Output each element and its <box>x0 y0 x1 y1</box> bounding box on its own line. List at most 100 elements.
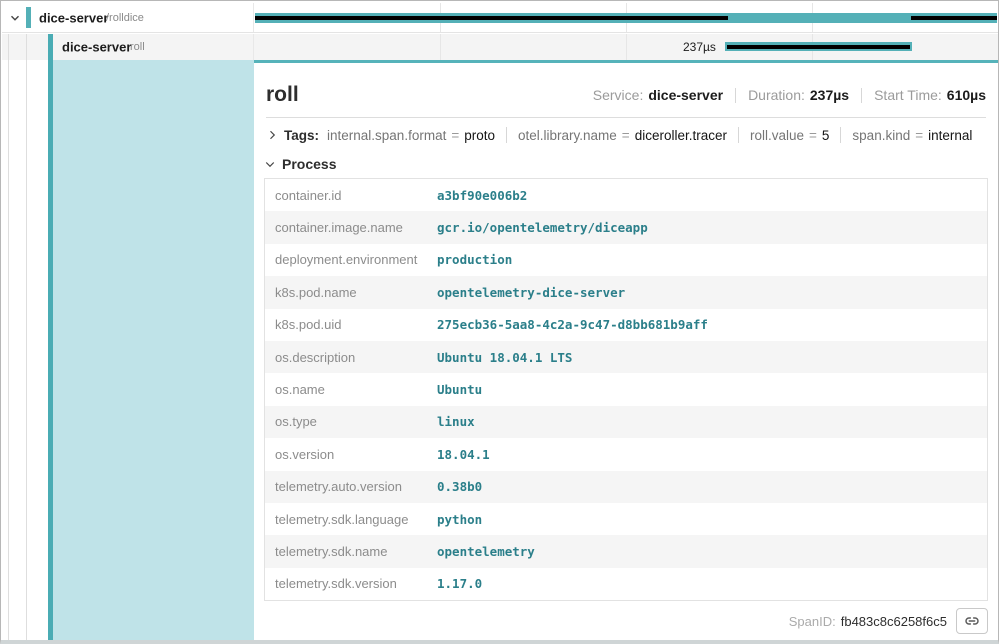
span-duration-label: 237µs <box>254 34 725 60</box>
table-row: os.typelinux <box>265 406 987 438</box>
table-row: deployment.environmentproduction <box>265 244 987 276</box>
kv-value: python <box>437 512 987 527</box>
process-section-label: Process <box>282 156 336 172</box>
overview-divider <box>861 88 862 103</box>
table-row: k8s.pod.nameopentelemetry-dice-server <box>265 276 987 308</box>
kv-value: 1.17.0 <box>437 576 987 591</box>
span-bar-parent[interactable] <box>255 13 997 23</box>
table-row: telemetry.auto.version0.38b0 <box>265 471 987 503</box>
overview-value: 237µs <box>810 87 849 103</box>
tag-value: diceroller.tracer <box>635 128 727 143</box>
link-icon <box>964 613 980 629</box>
tags-accordion[interactable]: Tags: internal.span.format = proto otel.lib… <box>264 118 988 152</box>
kv-value: a3bf90e006b2 <box>437 188 987 203</box>
kv-value: Ubuntu 18.04.1 LTS <box>437 350 987 365</box>
overview-label: Service: <box>593 87 644 103</box>
tag-divider <box>738 127 739 143</box>
kv-key: container.id <box>265 188 437 203</box>
tag-item: roll.value = 5 <box>750 128 829 143</box>
chevron-down-icon[interactable] <box>8 10 24 26</box>
span-detail-panel: roll Service:dice-serverDuration:237µsSt… <box>254 60 998 640</box>
process-kv-table: container.ida3bf90e006b2container.image.… <box>264 178 988 601</box>
kv-value: 0.38b0 <box>437 479 987 494</box>
table-row: telemetry.sdk.languagepython <box>265 503 987 535</box>
tag-value: 5 <box>822 128 830 143</box>
kv-key: telemetry.sdk.version <box>265 576 437 591</box>
tag-equals: = <box>809 128 817 143</box>
kv-key: telemetry.auto.version <box>265 479 437 494</box>
tag-key: internal.span.format <box>327 128 446 143</box>
indent-guide <box>26 34 27 640</box>
table-row: container.image.namegcr.io/opentelemetry… <box>265 211 987 243</box>
operation-name: roll <box>130 41 145 53</box>
tag-divider <box>506 127 507 143</box>
span-detail-footer: SpanID: fb483c8c6258f6c5 <box>264 601 988 634</box>
copy-link-button[interactable] <box>956 608 988 634</box>
tags-section-label: Tags: <box>284 128 319 143</box>
span-detail-header: roll Service:dice-serverDuration:237µsSt… <box>264 63 988 117</box>
kv-value: Ubuntu <box>437 382 987 397</box>
operation-name: /rolldice <box>106 12 144 24</box>
table-row: telemetry.sdk.nameopentelemetry <box>265 535 987 567</box>
overview-label: Start Time: <box>874 87 942 103</box>
table-row: os.descriptionUbuntu 18.04.1 LTS <box>265 341 987 373</box>
span-row-child-selected[interactable]: dice-server roll 237µs <box>2 34 998 60</box>
kv-key: os.version <box>265 447 437 462</box>
spanid-label: SpanID: <box>789 614 836 629</box>
kv-value: production <box>437 252 987 267</box>
tag-item: internal.span.format = proto <box>327 128 495 143</box>
tag-key: otel.library.name <box>518 128 617 143</box>
kv-key: k8s.pod.name <box>265 285 437 300</box>
overview-label: Duration: <box>748 87 805 103</box>
tag-value: internal <box>928 128 972 143</box>
kv-value: linux <box>437 414 987 429</box>
span-tree-cell-parent[interactable]: dice-server /rolldice <box>2 3 254 32</box>
process-accordion[interactable]: Process <box>264 152 988 178</box>
timeline-cell-child: 237µs <box>254 34 998 60</box>
kv-key: telemetry.sdk.name <box>265 544 437 559</box>
kv-value: 275ecb36-5aa8-4c2a-9c47-d8bb681b9aff <box>437 317 987 332</box>
kv-key: os.name <box>265 382 437 397</box>
tag-item: span.kind = internal <box>852 128 972 143</box>
selected-span-highlight-column <box>53 60 254 640</box>
kv-value: opentelemetry-dice-server <box>437 285 987 300</box>
kv-key: deployment.environment <box>265 252 437 267</box>
table-row: telemetry.sdk.version1.17.0 <box>265 568 987 600</box>
tags-list: internal.span.format = proto otel.library.n… <box>327 127 972 143</box>
table-row: os.version18.04.1 <box>265 438 987 470</box>
table-row: k8s.pod.uid275ecb36-5aa8-4c2a-9c47-d8bb6… <box>265 309 987 341</box>
tag-equals: = <box>622 128 630 143</box>
kv-key: container.image.name <box>265 220 437 235</box>
critical-path-segment <box>911 16 997 20</box>
critical-path-segment <box>255 16 728 20</box>
critical-path-segment <box>727 45 910 49</box>
service-name: dice-server <box>39 10 108 25</box>
overview-value: 610µs <box>947 87 986 103</box>
tag-divider <box>840 127 841 143</box>
kv-value: 18.04.1 <box>437 447 987 462</box>
spanid-value: fb483c8c6258f6c5 <box>841 614 947 629</box>
service-name: dice-server <box>62 40 131 55</box>
kv-key: os.type <box>265 414 437 429</box>
service-color-block <box>26 7 31 28</box>
tag-equals: = <box>915 128 923 143</box>
span-row-parent[interactable]: dice-server /rolldice <box>2 3 998 33</box>
span-bar-child[interactable] <box>725 42 912 51</box>
kv-value: opentelemetry <box>437 544 987 559</box>
jaeger-trace-view: dice-server /rolldice dice-server roll 2… <box>0 0 999 644</box>
span-tree-cell-child[interactable]: dice-server roll <box>2 34 254 60</box>
span-overview-stats: Service:dice-server Duration: 237µs Start T… <box>593 87 986 103</box>
tag-equals: = <box>451 128 459 143</box>
tag-key: roll.value <box>750 128 804 143</box>
kv-key: k8s.pod.uid <box>265 317 437 332</box>
kv-value: gcr.io/opentelemetry/diceapp <box>437 220 987 235</box>
tag-value: proto <box>464 128 495 143</box>
table-row: os.nameUbuntu <box>265 373 987 405</box>
indent-guide <box>8 34 9 640</box>
tag-key: span.kind <box>852 128 910 143</box>
chevron-right-icon[interactable] <box>266 129 278 141</box>
table-row: container.ida3bf90e006b2 <box>265 179 987 211</box>
overview-value: dice-server <box>648 87 723 103</box>
chevron-down-icon[interactable] <box>264 158 276 170</box>
timeline-cell-parent <box>254 3 998 32</box>
